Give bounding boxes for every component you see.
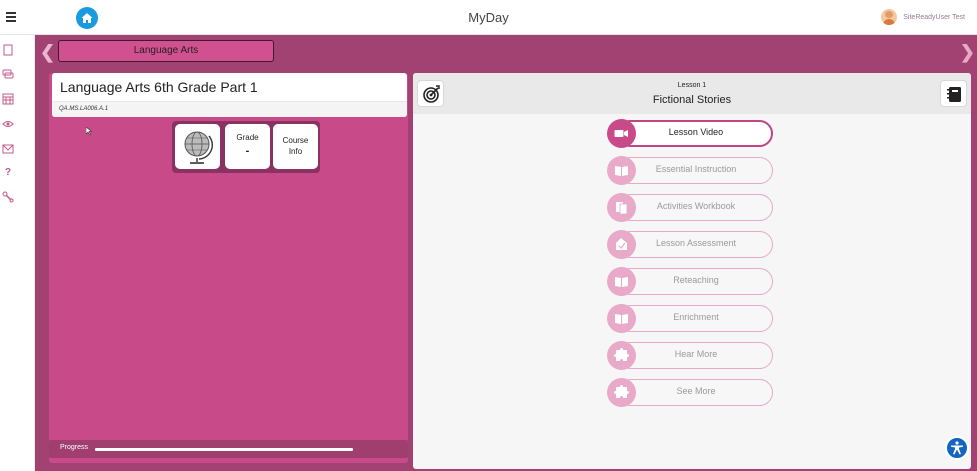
document-icon[interactable]	[2, 44, 14, 56]
course-info-label: Course Info	[273, 135, 318, 157]
main-area: ❮ Language Arts ❯ Language Arts 6th Grad…	[35, 35, 977, 471]
help-icon[interactable]: ?	[2, 167, 14, 179]
avatar	[881, 9, 898, 25]
resource-enrichment[interactable]: Enrichment	[607, 304, 773, 333]
resource-activities-workbook[interactable]: Activities Workbook	[607, 193, 773, 222]
resource-see-more[interactable]: See More	[607, 378, 773, 407]
resource-label: Essential Instruction	[655, 164, 737, 174]
accessibility-icon	[951, 441, 963, 455]
subject-tab[interactable]: Language Arts	[58, 40, 274, 62]
resource-label: Activities Workbook	[656, 201, 736, 211]
puzzle-icon	[614, 348, 629, 361]
app-title: MyDay	[468, 10, 509, 25]
progress-bar: Progress	[49, 440, 408, 458]
tools-icon[interactable]	[2, 191, 14, 203]
book-open-icon	[615, 277, 628, 287]
course-card: Language Arts 6th Grade Part 1 QA.MS.LA0…	[52, 73, 407, 117]
course-title: Language Arts 6th Grade Part 1	[60, 79, 258, 95]
course-panel: Language Arts 6th Grade Part 1 QA.MS.LA0…	[49, 73, 408, 463]
calendar-icon[interactable]	[2, 93, 14, 105]
mail-icon[interactable]	[2, 143, 14, 155]
course-code-strip: QA.MS.LA006.A.1	[52, 101, 407, 117]
progress-fill	[95, 448, 353, 451]
subject-bar: ❮ Language Arts ❯	[35, 35, 977, 68]
globe-icon	[184, 131, 213, 164]
book-open-icon	[615, 166, 628, 176]
mouse-cursor-icon	[86, 127, 92, 136]
chevron-right-icon[interactable]: ❯	[960, 43, 975, 61]
resource-essential-instruction[interactable]: Essential Instruction	[607, 156, 773, 185]
grade-label: Grade	[236, 133, 259, 142]
resource-label: Enrichment	[673, 312, 719, 322]
chat-icon[interactable]	[2, 68, 14, 80]
top-bar: MyDay SiteReadyUser Test	[0, 0, 977, 35]
course-tiles: Grade - Course Info	[172, 121, 320, 173]
puzzle-icon	[614, 385, 629, 398]
resource-label: See More	[676, 386, 716, 396]
resource-label: Lesson Assessment	[655, 238, 737, 248]
workbook-icon	[616, 202, 628, 215]
resource-lesson-assessment[interactable]: Lesson Assessment	[607, 230, 773, 259]
course-code: QA.MS.LA006.A.1	[59, 106, 109, 112]
resource-label: Hear More	[674, 349, 718, 359]
resource-reteaching[interactable]: Reteaching	[607, 267, 773, 296]
book-open-icon	[615, 314, 628, 324]
user-name: SiteReadyUser Test	[903, 13, 965, 21]
resource-label: Lesson Video	[668, 127, 724, 137]
lesson-number: Lesson 1	[677, 82, 707, 89]
notebook-button[interactable]	[940, 80, 967, 107]
globe-tile[interactable]	[175, 124, 220, 169]
grade-value: -	[245, 145, 250, 157]
course-info-line-2: Info	[288, 147, 303, 156]
lesson-header: Lesson 1 Fictional Stories	[413, 73, 971, 114]
accessibility-button[interactable]	[945, 436, 969, 460]
video-icon	[614, 130, 628, 137]
resource-label: Reteaching	[673, 275, 719, 285]
resource-hear-more[interactable]: Hear More	[607, 341, 773, 370]
grade-tile[interactable]: Grade -	[225, 124, 270, 169]
course-info-line-1: Course	[282, 136, 309, 145]
lesson-panel: Lesson 1 Fictional Stories Lesson Video …	[413, 73, 971, 469]
resource-lesson-video[interactable]: Lesson Video	[607, 119, 773, 148]
progress-label: Progress	[60, 444, 89, 451]
chevron-left-icon[interactable]: ❮	[40, 43, 55, 61]
eye-icon[interactable]	[2, 118, 14, 130]
lesson-title: Fictional Stories	[652, 94, 732, 106]
notebook-icon	[947, 87, 961, 102]
course-info-tile[interactable]: Course Info	[273, 124, 318, 169]
progress-track	[95, 448, 353, 451]
left-rail: ?	[0, 35, 35, 471]
user-menu[interactable]: SiteReadyUser Test	[881, 9, 965, 25]
assessment-icon	[616, 238, 627, 250]
